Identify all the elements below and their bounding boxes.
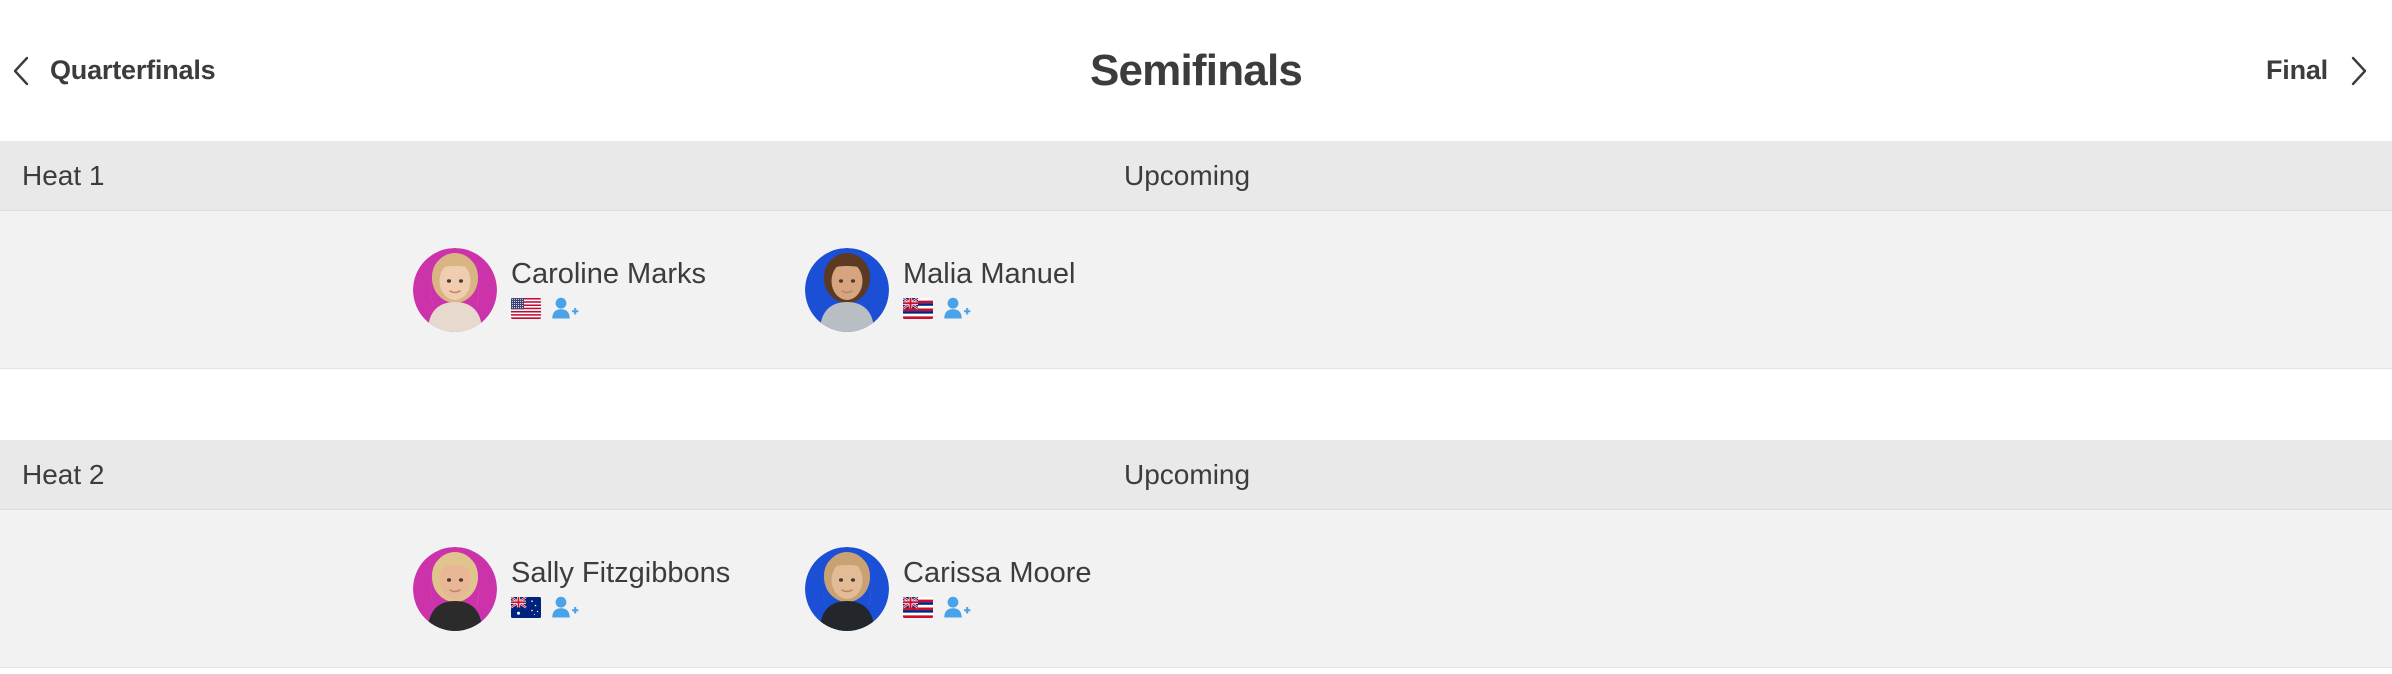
athlete-name: Malia Manuel (903, 257, 1076, 290)
heat-spacer (0, 369, 2392, 440)
avatar[interactable] (805, 547, 889, 631)
heat-block: Heat 2 Upcoming Sally Fitzgibbons Cariss… (0, 369, 2392, 668)
avatar[interactable] (413, 248, 497, 332)
athlete-name: Sally Fitzgibbons (511, 556, 731, 589)
athlete-meta (903, 295, 1075, 321)
athlete-meta (511, 295, 706, 321)
athlete-entry[interactable]: Sally Fitzgibbons (413, 510, 730, 668)
round-navigation-bar: Quarterfinals Semifinals Final (0, 0, 2392, 141)
avatar[interactable] (805, 248, 889, 332)
au-flag-icon (511, 596, 541, 618)
athlete-name: Caroline Marks (511, 257, 706, 290)
heat-body: Caroline Marks Malia Manuel (0, 211, 2392, 369)
add-person-icon[interactable] (551, 296, 579, 320)
us-flag-icon (511, 297, 541, 319)
athlete-meta (511, 594, 730, 620)
previous-round-button[interactable]: Quarterfinals (8, 54, 216, 88)
next-round-button[interactable]: Final (2266, 54, 2372, 88)
athlete-info: Carissa Moore (903, 556, 1092, 620)
next-round-label: Final (2265, 55, 2328, 85)
heat-block: Heat 1 Upcoming Caroline Marks Malia Man… (0, 141, 2392, 369)
athlete-entry[interactable]: Malia Manuel (805, 211, 1075, 369)
add-person-icon[interactable] (943, 296, 971, 320)
heat-title: Heat 1 (22, 159, 105, 191)
athlete-info: Caroline Marks (511, 257, 706, 321)
hawaii-flag-icon (903, 297, 933, 319)
status-badge: Upcoming (1124, 159, 1251, 191)
heat-list: Heat 1 Upcoming Caroline Marks Malia Man… (0, 141, 2392, 668)
page-title: Semifinals (1089, 45, 1303, 95)
athlete-entry[interactable]: Carissa Moore (805, 510, 1092, 668)
athlete-name: Carissa Moore (903, 556, 1092, 589)
previous-round-label: Quarterfinals (50, 55, 216, 85)
athlete-meta (903, 594, 1092, 620)
athlete-info: Malia Manuel (903, 257, 1076, 321)
add-person-icon[interactable] (943, 595, 971, 619)
hawaii-flag-icon (903, 596, 933, 618)
heat-header: Heat 2 Upcoming (0, 440, 2392, 510)
chevron-right-icon (2351, 56, 2367, 85)
chevron-left-icon (13, 56, 29, 85)
heat-header: Heat 1 Upcoming (0, 141, 2392, 211)
heat-title: Heat 2 (22, 458, 105, 490)
athlete-info: Sally Fitzgibbons (511, 556, 731, 620)
athlete-entry[interactable]: Caroline Marks (413, 211, 706, 369)
add-person-icon[interactable] (551, 595, 579, 619)
status-badge: Upcoming (1124, 458, 1251, 490)
avatar[interactable] (413, 547, 497, 631)
heat-body: Sally Fitzgibbons Carissa Moore (0, 510, 2392, 668)
